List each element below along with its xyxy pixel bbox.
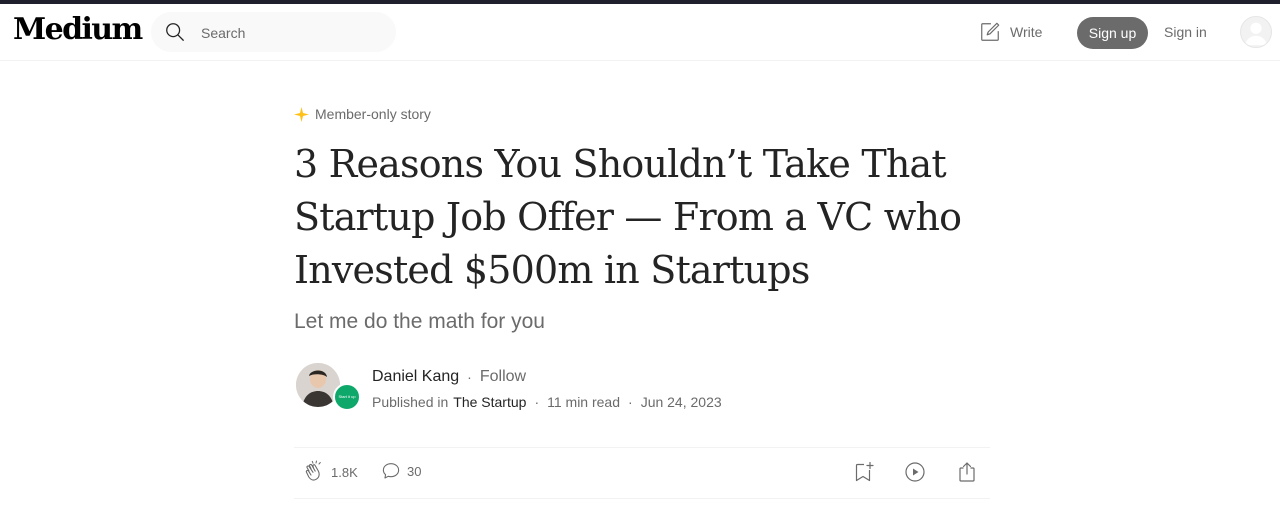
- publish-date: Jun 24, 2023: [640, 394, 722, 410]
- bookmark-add-icon[interactable]: [852, 460, 876, 484]
- top-navigation: Medium Write Sign up Sign in: [0, 4, 1280, 61]
- comment-count: 30: [407, 463, 422, 479]
- follow-button[interactable]: Follow: [480, 368, 526, 386]
- separator-dot: ·: [534, 394, 540, 410]
- member-only-label: Member-only story: [315, 106, 431, 122]
- search-icon: [166, 23, 184, 41]
- publication-line: Published in The Startup · 11 min read ·…: [372, 394, 722, 410]
- separator-dot: ·: [628, 394, 633, 410]
- user-avatar[interactable]: [1240, 16, 1272, 48]
- star-sparkle-icon: [294, 106, 309, 122]
- search-bar[interactable]: [151, 12, 396, 54]
- article-subtitle: Let me do the math for you: [294, 310, 545, 333]
- user-placeholder-icon: [1244, 22, 1268, 46]
- read-time: 11 min read: [547, 394, 621, 410]
- medium-logo[interactable]: Medium: [13, 12, 143, 47]
- article-action-bar: 1.8K 30: [294, 447, 990, 499]
- comment-button[interactable]: 30: [380, 460, 421, 482]
- search-input[interactable]: [199, 12, 383, 54]
- publication-name[interactable]: The Startup: [453, 394, 526, 410]
- clap-icon: [305, 460, 321, 481]
- published-in-label: Published in: [372, 394, 449, 410]
- write-label: Write: [1010, 24, 1043, 40]
- comment-bubble-icon: [382, 463, 400, 479]
- write-button[interactable]: Write: [979, 20, 1042, 44]
- author-line: Daniel Kang · Follow: [372, 368, 526, 386]
- play-listen-icon[interactable]: [903, 460, 927, 484]
- sign-up-button[interactable]: Sign up: [1077, 17, 1148, 49]
- article-title: 3 Reasons You Shouldn’t Take That Startu…: [294, 142, 962, 292]
- author-name[interactable]: Daniel Kang: [372, 368, 459, 386]
- share-icon[interactable]: [955, 460, 979, 484]
- write-icon: [981, 22, 1000, 41]
- publication-avatar[interactable]: Start it up: [333, 383, 361, 411]
- member-only-badge: Member-only story: [294, 106, 431, 122]
- clap-button[interactable]: 1.8K: [302, 460, 358, 484]
- clap-count: 1.8K: [331, 464, 358, 480]
- sign-in-link[interactable]: Sign in: [1164, 24, 1207, 40]
- separator-dot: ·: [467, 369, 472, 385]
